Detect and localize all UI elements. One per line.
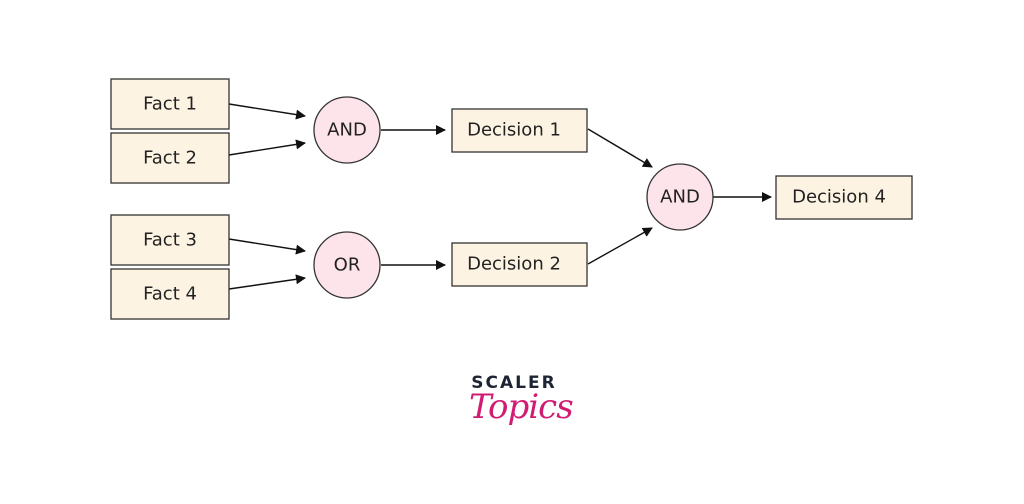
scaler-topics-logo: SCALER Topics xyxy=(469,374,574,427)
fact-box: Fact 1 xyxy=(110,78,230,130)
edge-decision1-and2 xyxy=(587,128,653,168)
or-gate: OR xyxy=(313,231,381,299)
fact-box: Fact 3 xyxy=(110,214,230,266)
logo-topics: Topics xyxy=(469,387,574,427)
edge-fact4-or xyxy=(228,274,306,290)
decision-label: Decision 4 xyxy=(792,187,886,208)
rule-diagram: Fact 1 Fact 2 Fact 3 Fact 4 AND OR AND D… xyxy=(110,78,913,320)
fact-label: Fact 1 xyxy=(143,94,197,115)
and-gate-final: AND xyxy=(646,163,714,231)
decision-box: Decision 4 xyxy=(775,175,913,220)
fact-label: Fact 3 xyxy=(143,230,197,251)
edge-fact1-and xyxy=(228,103,306,120)
gate-label: AND xyxy=(660,187,700,208)
fact-label: Fact 2 xyxy=(143,148,197,169)
edge-fact2-and xyxy=(228,139,306,156)
fact-box: Fact 4 xyxy=(110,268,230,320)
edge-fact3-or xyxy=(228,238,306,255)
edge-decision2-and2 xyxy=(587,227,653,265)
decision-box: Decision 2 xyxy=(451,242,588,287)
and-gate: AND xyxy=(313,96,381,164)
fact-box: Fact 2 xyxy=(110,132,230,184)
decision-label: Decision 1 xyxy=(467,120,561,141)
gate-label: OR xyxy=(334,255,361,276)
decision-box: Decision 1 xyxy=(451,108,588,153)
decision-label: Decision 2 xyxy=(467,254,561,275)
fact-label: Fact 4 xyxy=(143,284,197,305)
gate-label: AND xyxy=(327,120,367,141)
